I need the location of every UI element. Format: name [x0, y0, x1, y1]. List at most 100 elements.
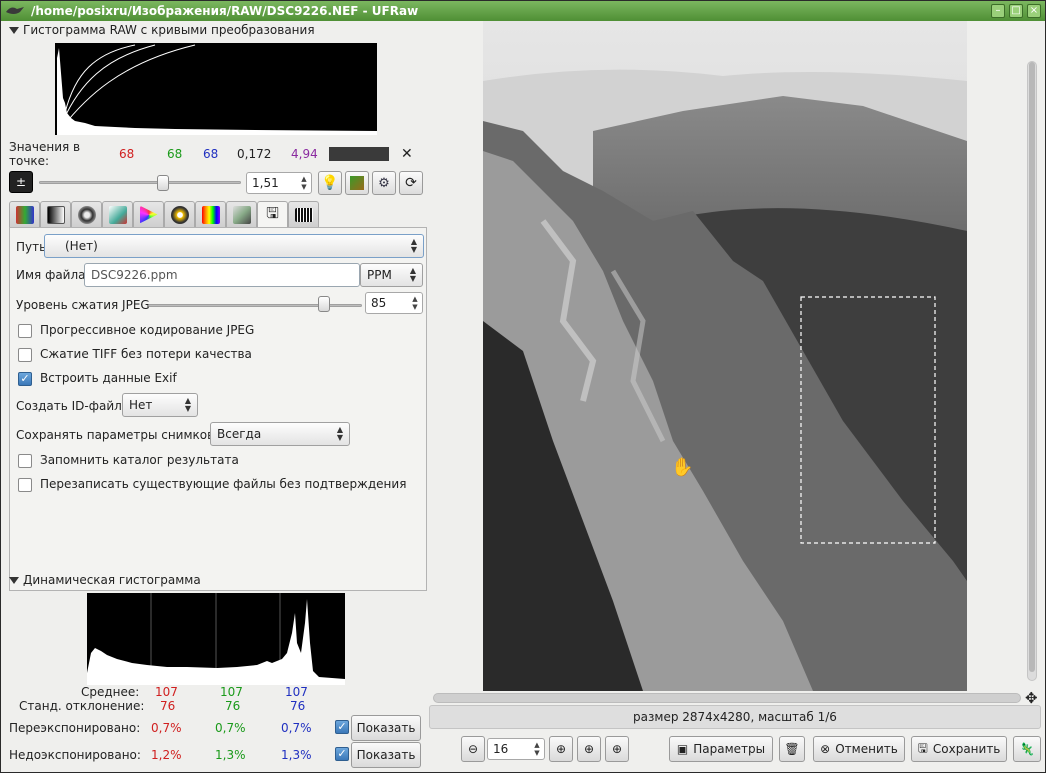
zoom-out-icon: ⊖ [467, 742, 479, 756]
filename-label: Имя файла [16, 268, 86, 282]
save-button[interactable]: 🖫 Сохранить [911, 736, 1007, 762]
filename-entry[interactable]: DSC9226.ppm [84, 263, 360, 287]
std-g: 76 [225, 699, 241, 713]
floppy-icon: 🖫 [266, 203, 279, 222]
options-button[interactable]: ▣ Параметры [669, 736, 773, 762]
embed-exif-checkbox[interactable]: ✓ [18, 372, 32, 386]
jpeg-quality-handle[interactable] [318, 296, 330, 312]
trash-icon: 🗑 [784, 742, 800, 756]
show-underexposed-button[interactable]: Показать [351, 742, 421, 768]
window-title: /home/posixru/Изображения/RAW/DSC9226.NE… [31, 4, 419, 18]
jpeg-quality-value: 85 [371, 296, 387, 310]
point-values-row: Значения в точке: 68 68 68 0,172 4,94 ✕ [9, 140, 427, 168]
gimp-button[interactable]: 🦎 [1013, 736, 1041, 762]
mean-g: 107 [220, 685, 243, 699]
zoom-in-icon: ⊕ [555, 742, 567, 756]
maximize-button[interactable]: □ [1009, 4, 1023, 18]
remember-dir-checkbox[interactable] [18, 454, 32, 468]
close-window-button[interactable]: × [1027, 4, 1041, 18]
close-icon[interactable]: ✕ [401, 146, 413, 162]
show-overexposed-checkbox[interactable]: ✓ [335, 720, 349, 734]
zoom-fit-button[interactable]: ⊕ [577, 736, 601, 762]
spin-arrows-icon: ▲ ▼ [301, 175, 307, 191]
tab-corrections[interactable] [164, 201, 195, 227]
jpeg-quality-spinbutton[interactable]: 85 ▲ ▼ [365, 292, 423, 314]
point-value-r: 68 [119, 147, 135, 161]
auto-exposure-button[interactable]: 💡 [318, 171, 342, 195]
hand-cursor-icon: ✋ [671, 457, 694, 478]
tab-raw[interactable] [9, 201, 40, 227]
format-combo[interactable]: PPM ▲ ▼ [360, 263, 423, 287]
id-file-combo[interactable]: Нет ▲ ▼ [122, 393, 198, 417]
play-color-icon [139, 205, 158, 224]
status-text: размер 2874x4280, масштаб 1/6 [633, 710, 837, 724]
gears-icon: ⚙ [378, 175, 390, 191]
reset-button[interactable]: ⟳ [399, 171, 423, 195]
cancel-icon: ⊗ [820, 742, 831, 756]
tab-save[interactable]: 🖫 [257, 201, 288, 228]
raw-histogram[interactable] [55, 43, 377, 135]
filename-value: DSC9226.ppm [91, 268, 178, 282]
save-params-combo[interactable]: Всегда ▲ ▼ [210, 422, 350, 446]
exposure-slider[interactable] [39, 181, 241, 184]
overexposed-label: Переэкспонировано: [9, 721, 141, 735]
color-swatch [329, 147, 389, 161]
horizontal-scrollbar[interactable] [433, 693, 1021, 703]
preview-image[interactable]: ✋ [483, 21, 967, 691]
expander-arrow-icon [9, 577, 19, 584]
minimize-button[interactable]: – [991, 4, 1005, 18]
tab-crop[interactable] [226, 201, 257, 227]
title-bar: /home/posixru/Изображения/RAW/DSC9226.NE… [1, 1, 1045, 21]
exposure-row: ± 1,51 ▲ ▼ 💡 ⚙ ⟳ [9, 171, 427, 197]
show-underexposed-checkbox[interactable]: ✓ [335, 747, 349, 761]
progressive-jpeg-label: Прогрессивное кодирование JPEG [40, 323, 255, 337]
overexposed-r: 0,7% [151, 721, 182, 735]
exposure-spinbutton[interactable]: 1,51 ▲ ▼ [246, 172, 312, 194]
vertical-scrollbar[interactable] [1027, 61, 1037, 681]
overwrite-label: Перезаписать существующие файлы без подт… [40, 477, 407, 491]
dynamic-histogram-expander[interactable]: Динамическая гистограмма [9, 573, 201, 591]
progressive-jpeg-checkbox[interactable] [18, 324, 32, 338]
tab-base-curve[interactable] [40, 201, 71, 227]
zoom-spinbutton[interactable]: 16 ▲ ▼ [487, 738, 545, 760]
cancel-button[interactable]: ⊗ Отменить [813, 736, 905, 762]
dynamic-histogram-title: Динамическая гистограмма [23, 573, 201, 587]
zoom-out-button[interactable]: ⊖ [461, 736, 485, 762]
tiff-lossless-label: Сжатие TIFF без потери качества [40, 347, 252, 361]
zoom-in-button[interactable]: ⊕ [549, 736, 573, 762]
delete-button[interactable]: 🗑 [779, 736, 805, 762]
raw-histogram-expander[interactable]: Гистограмма RAW с кривыми преобразования [9, 23, 315, 41]
save-icon: 🖫 [917, 740, 928, 755]
exposure-slider-handle[interactable] [157, 175, 169, 191]
mean-b: 107 [285, 685, 308, 699]
tab-lightness[interactable] [195, 201, 226, 227]
underexposed-r: 1,2% [151, 748, 182, 762]
picture-icon [350, 176, 364, 190]
path-combo[interactable]: (Нет) ▲ ▼ [44, 234, 424, 258]
vertical-scrollbar-thumb[interactable] [1029, 62, 1035, 672]
tab-color-management[interactable] [133, 201, 164, 227]
spectrum-icon [201, 205, 220, 224]
tab-transform[interactable] [102, 201, 133, 227]
show-overexposed-button[interactable]: Показать [351, 715, 421, 741]
dynamic-histogram[interactable] [87, 593, 345, 685]
tab-exif[interactable] [288, 201, 319, 227]
auto-adjust-button[interactable] [345, 171, 369, 195]
zoom-100-button[interactable]: ⊕ [605, 736, 629, 762]
gimp-icon: 🦎 [1019, 742, 1035, 756]
app-icon [6, 7, 24, 14]
left-panel: Гистограмма RAW с кривыми преобразования… [5, 21, 427, 771]
point-value-b: 68 [203, 147, 219, 161]
preview-area: ✋ ✥ размер 2874x4280, масштаб 1/6 ⊖ 16 ▲… [427, 21, 1045, 772]
settings-button[interactable]: ⚙ [372, 171, 396, 195]
tab-lens[interactable] [71, 201, 102, 227]
save-label: Сохранить [932, 742, 1001, 756]
tiff-lossless-checkbox[interactable] [18, 348, 32, 362]
std-label: Станд. отклонение: [19, 699, 145, 713]
overwrite-checkbox[interactable] [18, 478, 32, 492]
remember-dir-label: Запомнить каталог результата [40, 453, 239, 467]
refresh-icon: ⟳ [405, 175, 417, 191]
bulb-icon: 💡 [321, 175, 339, 191]
zoom-value: 16 [493, 742, 509, 756]
corrections-icon [170, 205, 189, 224]
